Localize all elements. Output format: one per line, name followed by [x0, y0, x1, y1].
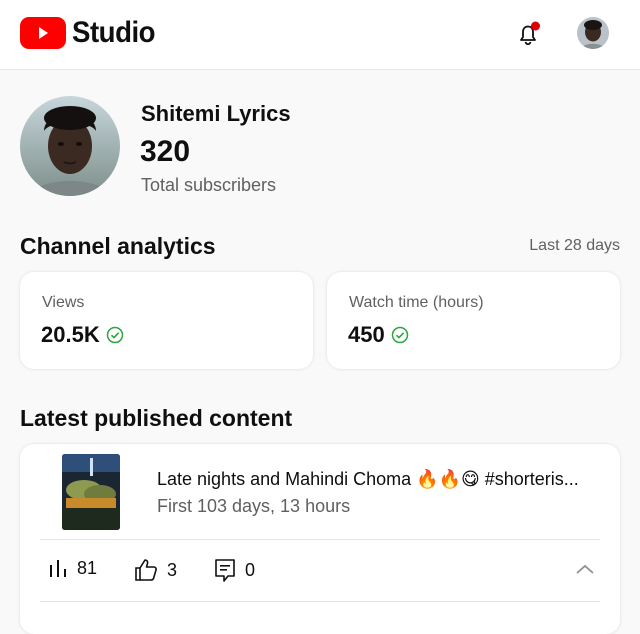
watch-time-value-row: 450	[348, 322, 409, 348]
watch-time-label: Watch time (hours)	[349, 294, 484, 311]
thumbs-up-icon	[135, 559, 157, 581]
youtube-logo-icon	[20, 17, 66, 49]
likes-count: 3	[167, 559, 178, 580]
watch-time-value: 450	[348, 322, 385, 347]
date-range-label[interactable]: Last 28 days	[529, 237, 620, 255]
subscriber-label: Total subscribers	[141, 175, 277, 195]
account-avatar[interactable]	[577, 17, 609, 49]
views-card[interactable]: Views 20.5K	[20, 272, 313, 369]
video-thumbnail[interactable]	[62, 454, 120, 530]
app-name: Studio	[72, 16, 156, 49]
latest-content-heading: Latest published content	[20, 405, 293, 431]
comments-stat: 0	[213, 557, 255, 583]
views-stat: 81	[47, 557, 97, 579]
likes-stat: 3	[133, 557, 177, 583]
views-value-row: 20.5K	[41, 322, 124, 348]
comment-icon	[215, 559, 235, 582]
views-label: Views	[42, 294, 85, 311]
watch-time-card[interactable]: Watch time (hours) 450	[327, 272, 620, 369]
channel-analytics-heading: Channel analytics	[20, 233, 216, 259]
notifications-bell-icon[interactable]	[512, 18, 544, 50]
channel-name: Shitemi Lyrics	[141, 101, 291, 126]
video-title[interactable]: Late nights and Mahindi Choma 🔥🔥😋 #short…	[157, 469, 579, 490]
collapse-chevron-up-icon[interactable]	[574, 562, 596, 581]
views-count: 81	[77, 557, 98, 578]
channel-avatar[interactable]	[20, 96, 120, 196]
views-bars-icon	[50, 560, 66, 577]
divider	[40, 601, 600, 602]
studio-logo[interactable]: Studio	[20, 17, 162, 49]
check-circle-icon	[391, 326, 408, 344]
top-app-bar: Studio	[0, 0, 640, 70]
notification-dot-icon	[531, 21, 540, 31]
check-circle-icon	[106, 326, 123, 344]
video-age: First 103 days, 13 hours	[157, 496, 351, 516]
views-value: 20.5K	[41, 322, 100, 347]
subscriber-count: 320	[140, 135, 191, 168]
divider	[40, 539, 600, 540]
comments-count: 0	[245, 559, 256, 580]
